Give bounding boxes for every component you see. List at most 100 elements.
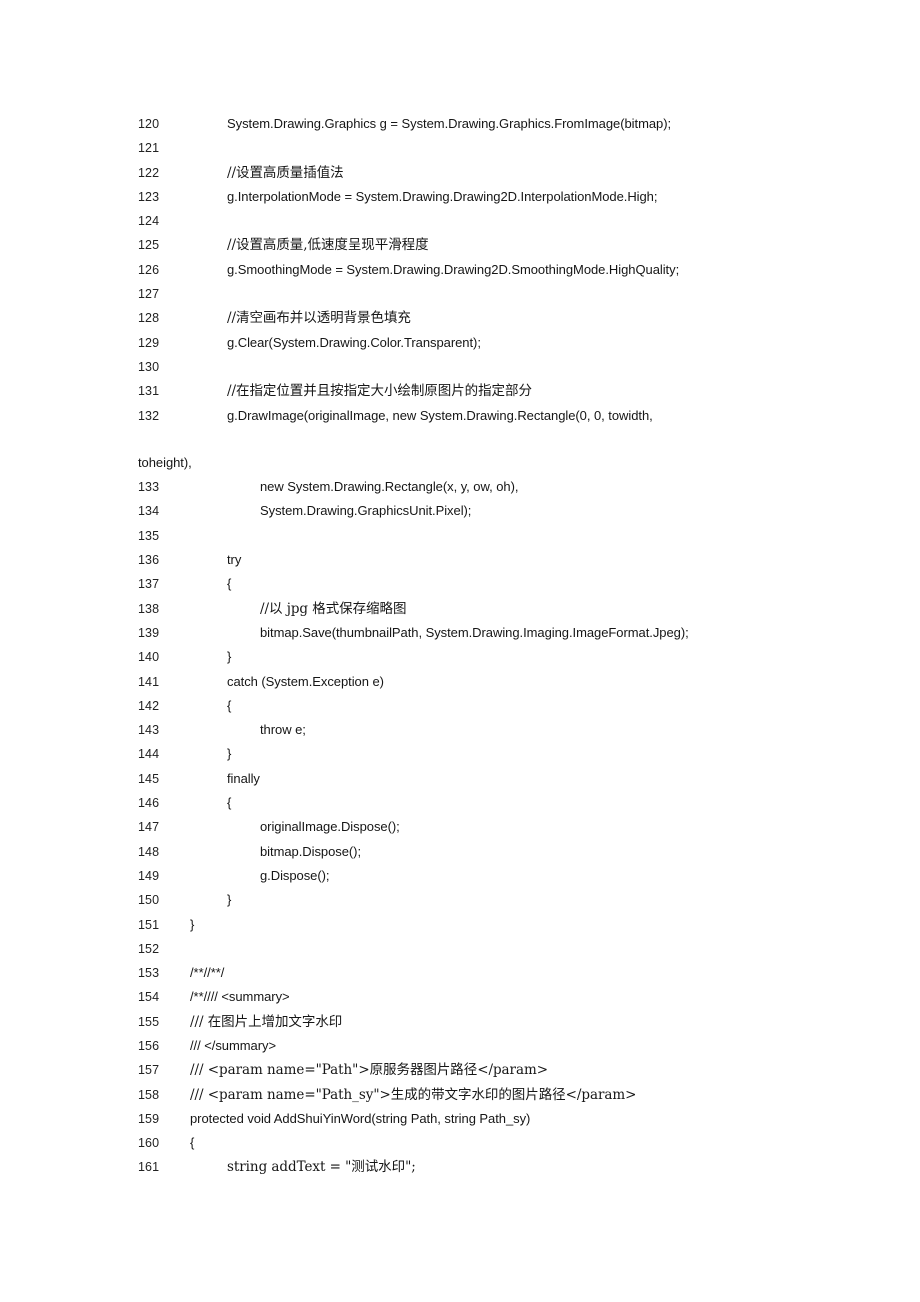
code-line: 151} <box>138 913 838 937</box>
line-number: 133 <box>138 480 160 495</box>
line-number: 144 <box>138 747 160 762</box>
line-number: 128 <box>138 311 160 326</box>
code-text: { <box>227 576 232 592</box>
code-line: 158 /// <param name="Path_sy">生成的带文字水印的图片… <box>138 1083 838 1107</box>
code-line: 125 //设置高质量,低速度呈现平滑程度 <box>138 233 838 257</box>
code-text: //设置高质量,低速度呈现平滑程度 <box>227 237 429 254</box>
code-line: 149 g.Dispose(); <box>138 864 838 888</box>
code-line: 148 bitmap.Dispose(); <box>138 840 838 864</box>
line-number: 131 <box>138 384 160 399</box>
code-text: /**//// <summary> <box>190 989 290 1005</box>
code-text: bitmap.Dispose(); <box>260 843 362 859</box>
code-line: 144} <box>138 742 838 766</box>
code-text: /// </summary> <box>190 1037 276 1053</box>
code-line: 124 <box>138 209 838 233</box>
line-number: 127 <box>138 287 160 302</box>
code-text: { <box>227 795 232 811</box>
code-line: 139 bitmap.Save(thumbnailPath, System.Dra… <box>138 621 838 645</box>
code-text: g.DrawImage(originalImage, new System.Dr… <box>227 407 653 423</box>
code-text: bitmap.Save(thumbnailPath, System.Drawin… <box>260 624 689 640</box>
line-number: 157 <box>138 1063 160 1078</box>
line-number: 149 <box>138 868 160 883</box>
code-line: 130 <box>138 355 838 379</box>
line-number: 161 <box>138 1160 160 1175</box>
code-line: 123 g.InterpolationMode = System.Drawing.… <box>138 185 838 209</box>
code-line: 156 /// </summary> <box>138 1034 838 1058</box>
line-number: 154 <box>138 990 160 1005</box>
code-line: 137 { <box>138 572 838 596</box>
code-text: //设置高质量插值法 <box>227 164 344 181</box>
code-line: 138 //以 jpg 格式保存缩略图 <box>138 597 838 621</box>
code-line: 145 finally <box>138 767 838 791</box>
code-line: 121 <box>138 136 838 160</box>
line-number: 140 <box>138 650 160 665</box>
line-number: 148 <box>138 844 160 859</box>
code-text: originalImage.Dispose(); <box>260 819 400 835</box>
code-line: 133 new System.Drawing.Rectangle(x, y, ow… <box>138 475 838 499</box>
code-line: 134 System.Drawing.GraphicsUnit.Pixel); <box>138 499 838 523</box>
code-text: } <box>227 746 232 762</box>
code-text: /**//**/ <box>190 965 225 981</box>
code-line: 161 string addText = "测试水印"; <box>138 1155 838 1179</box>
code-text: /// <param name="Path">原服务器图片路径</param> <box>190 1062 548 1079</box>
line-number: 124 <box>138 214 160 229</box>
code-text: //以 jpg 格式保存缩略图 <box>260 600 407 617</box>
line-number: 130 <box>138 359 160 374</box>
line-number: 141 <box>138 674 160 689</box>
code-line: 143 throw e; <box>138 718 838 742</box>
line-number: 147 <box>138 820 160 835</box>
code-text: protected void AddShuiYinWord(string Pat… <box>190 1110 531 1126</box>
line-wrap-gap <box>138 428 838 451</box>
line-number: 158 <box>138 1087 160 1102</box>
code-text: new System.Drawing.Rectangle(x, y, ow, o… <box>260 479 519 495</box>
line-number: 137 <box>138 577 160 592</box>
code-line: 131 //在指定位置并且按指定大小绘制原图片的指定部分 <box>138 379 838 403</box>
line-number: 122 <box>138 165 160 180</box>
line-number: 129 <box>138 335 160 350</box>
code-line: 157 /// <param name="Path">原服务器图片路径</para… <box>138 1058 838 1082</box>
line-number: 139 <box>138 625 160 640</box>
code-text: { <box>190 1135 195 1151</box>
line-number: 138 <box>138 601 160 616</box>
line-number: 155 <box>138 1014 160 1029</box>
line-number: 150 <box>138 893 160 908</box>
code-line: 147 originalImage.Dispose(); <box>138 815 838 839</box>
code-line: 150} <box>138 888 838 912</box>
code-text: finally <box>227 770 260 786</box>
code-text: g.SmoothingMode = System.Drawing.Drawing… <box>227 261 680 277</box>
code-text: catch (System.Exception e) <box>227 673 384 689</box>
line-number: 120 <box>138 117 160 131</box>
code-text: toheight), <box>138 454 192 470</box>
line-number: 145 <box>138 771 160 786</box>
code-line: 153 /**//**/ <box>138 961 838 985</box>
code-text: //在指定位置并且按指定大小绘制原图片的指定部分 <box>227 383 532 400</box>
line-number: 136 <box>138 553 160 568</box>
code-line: 141 catch (System.Exception e) <box>138 670 838 694</box>
code-line: 120 System.Drawing.Graphics g = System.Dr… <box>138 112 838 136</box>
code-text: } <box>190 916 195 932</box>
code-line: 160 { <box>138 1131 838 1155</box>
code-text: { <box>227 697 232 713</box>
line-number: 142 <box>138 698 160 713</box>
code-line: 136 try <box>138 548 838 572</box>
document-page: 120 System.Drawing.Graphics g = System.Dr… <box>0 0 920 1302</box>
code-text: try <box>227 552 242 568</box>
line-number: 125 <box>138 238 160 253</box>
code-line: 122 //设置高质量插值法 <box>138 161 838 185</box>
code-line: 128 //清空画布并以透明背景色填充 <box>138 306 838 330</box>
code-listing: 120 System.Drawing.Graphics g = System.Dr… <box>138 112 838 1180</box>
code-line: 132 g.DrawImage(originalImage, new System… <box>138 404 838 428</box>
line-number: 135 <box>138 528 160 543</box>
code-line: 126 g.SmoothingMode = System.Drawing.Draw… <box>138 258 838 282</box>
line-number: 123 <box>138 189 160 204</box>
code-line: 152 <box>138 937 838 961</box>
code-line: 159 protected void AddShuiYinWord(string … <box>138 1107 838 1131</box>
line-number: 159 <box>138 1111 160 1126</box>
line-number: 132 <box>138 408 160 423</box>
code-line: 146 { <box>138 791 838 815</box>
code-text: g.Clear(System.Drawing.Color.Transparent… <box>227 334 481 350</box>
line-number: 121 <box>138 141 160 156</box>
code-text: g.InterpolationMode = System.Drawing.Dra… <box>227 188 658 204</box>
code-line: 127 <box>138 282 838 306</box>
code-text: /// 在图片上增加文字水印 <box>190 1013 343 1030</box>
